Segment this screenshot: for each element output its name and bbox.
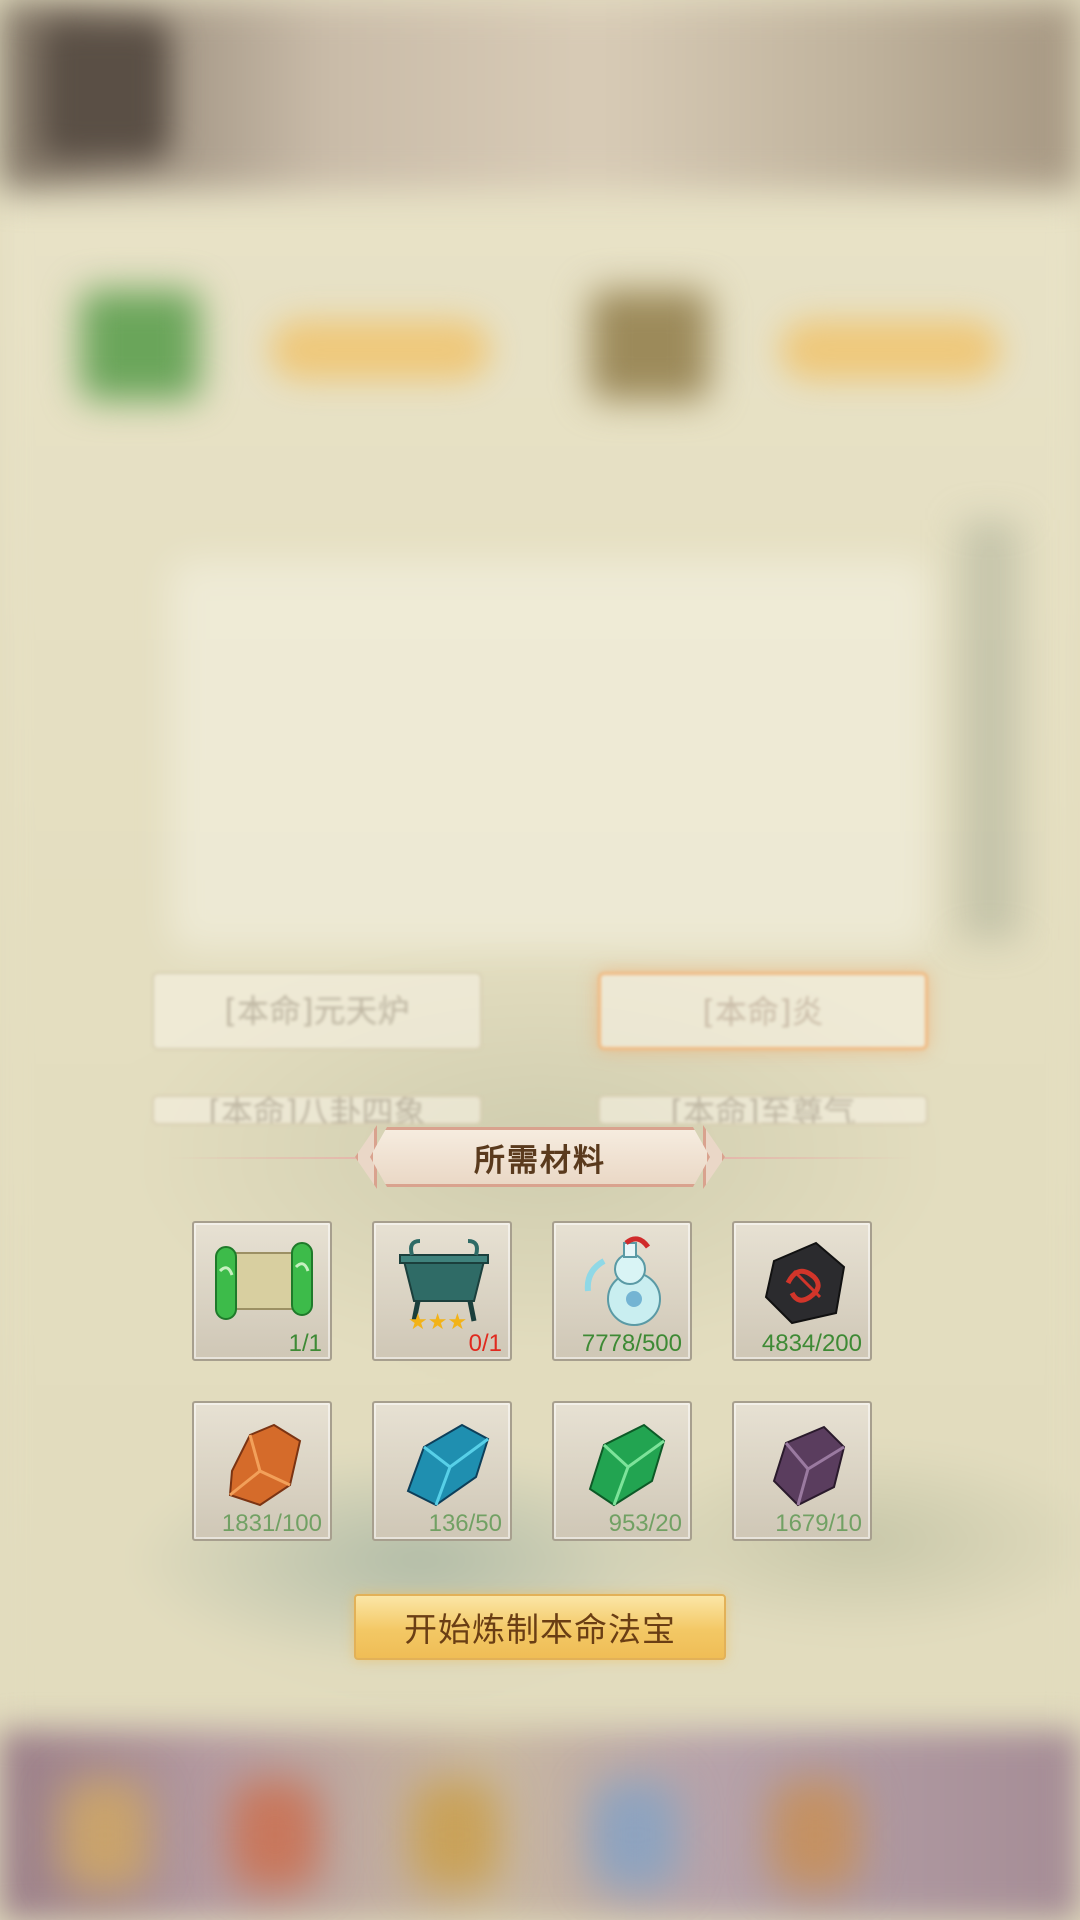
blurred-item-red (590, 290, 710, 400)
blurred-panel (170, 560, 930, 950)
title-divider-left (170, 1157, 360, 1159)
orange-crystal-icon (228, 1423, 302, 1507)
bottom-dock-blurred (0, 1730, 1080, 1920)
cauldron-icon: ★★★ (399, 1239, 489, 1331)
material-slot-purple-crystal[interactable]: 1679/10 (732, 1401, 872, 1541)
scroll-icon (215, 1242, 313, 1320)
option-button-1[interactable]: [本命]元天炉 (152, 972, 482, 1050)
material-slot-potion[interactable]: 7778/500 (552, 1221, 692, 1361)
potion-gourd-icon (584, 1236, 661, 1326)
material-slot-cauldron[interactable]: ★★★ 0/1 (372, 1221, 512, 1361)
material-slot-rune-stone[interactable]: 4834/200 (732, 1221, 872, 1361)
green-crystal-icon (588, 1423, 666, 1507)
option-button-4[interactable]: [本命]至尊气 (598, 1095, 928, 1125)
title-divider-right (722, 1157, 912, 1159)
blurred-label-right (780, 320, 1000, 380)
blue-crystal-icon (406, 1423, 490, 1507)
material-slot-scroll[interactable]: 1/1 (192, 1221, 332, 1361)
material-count: 1/1 (288, 1330, 322, 1357)
dock-icon-blurred (770, 1780, 860, 1890)
black-rune-stone-icon (764, 1241, 846, 1325)
material-count: 136/50 (428, 1510, 502, 1537)
dock-icon-blurred (230, 1780, 320, 1890)
material-count: 4834/200 (761, 1330, 862, 1357)
material-count: 0/1 (468, 1330, 502, 1357)
dock-icon-blurred (590, 1780, 680, 1890)
blurred-label-left (270, 320, 490, 380)
material-count: 1679/10 (775, 1510, 862, 1537)
purple-crystal-icon (772, 1425, 846, 1507)
dock-icon-blurred (410, 1780, 500, 1890)
material-slot-green-crystal[interactable]: 953/20 (552, 1401, 692, 1541)
material-count: 953/20 (608, 1510, 682, 1537)
option-button-2[interactable]: [本命]炎 (598, 972, 928, 1050)
material-count: 1831/100 (221, 1510, 322, 1537)
materials-title: 所需材料 (370, 1127, 710, 1187)
option-button-3[interactable]: [本命]八卦四象 (152, 1095, 482, 1125)
dock-icon-blurred (60, 1780, 150, 1890)
material-count: 7778/500 (581, 1330, 682, 1357)
material-slot-blue-crystal[interactable]: 136/50 (372, 1401, 512, 1541)
start-refine-button[interactable]: 开始炼制本命法宝 (354, 1594, 726, 1660)
svg-text:★★★: ★★★ (408, 1310, 467, 1331)
blurred-sidebar (960, 520, 1020, 940)
player-avatar-blurred (40, 20, 170, 160)
material-slot-orange-crystal[interactable]: 1831/100 (192, 1401, 332, 1541)
blurred-item-green (80, 290, 200, 400)
